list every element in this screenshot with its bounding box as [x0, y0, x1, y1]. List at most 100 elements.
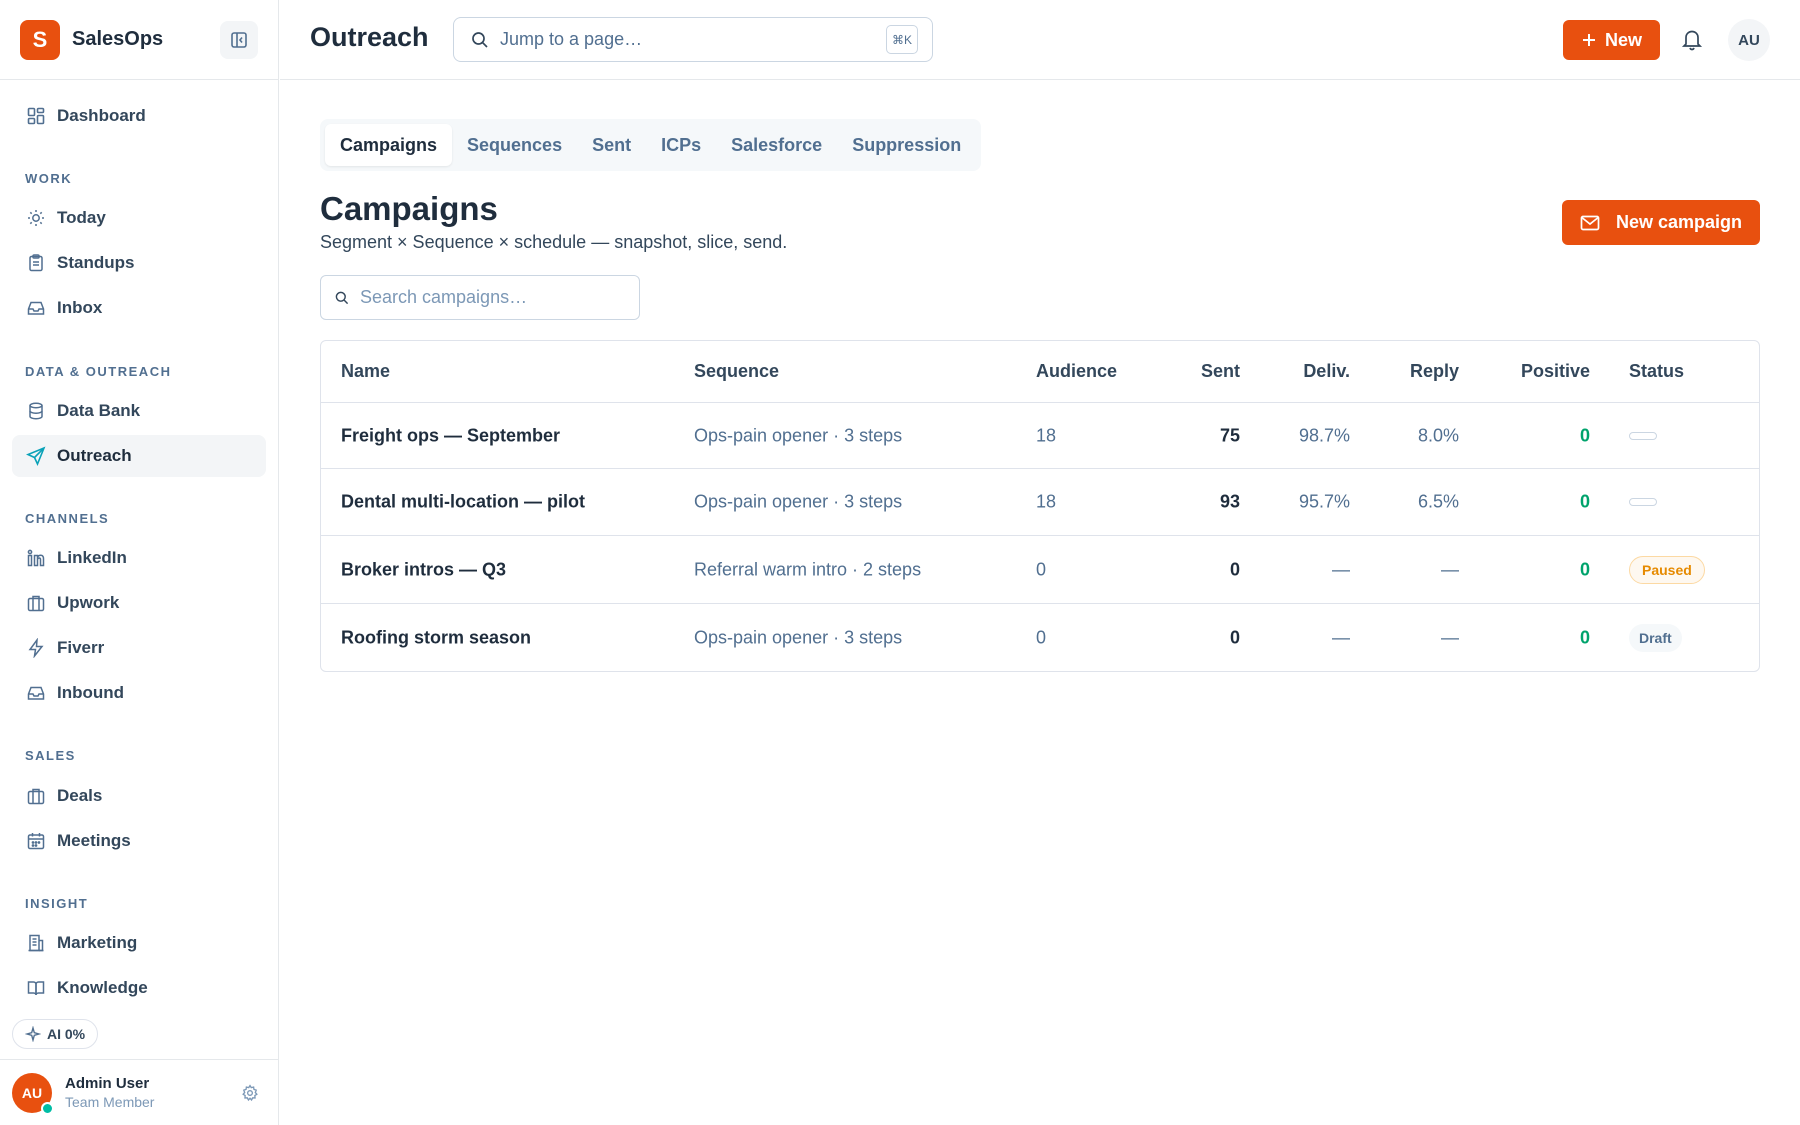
sidebar-item-label: Dashboard: [57, 106, 146, 125]
lightning-icon: [25, 637, 47, 659]
section-label-data-outreach: DATA & OUTREACH: [25, 364, 172, 379]
tab-suppression[interactable]: Suppression: [837, 124, 976, 166]
new-campaign-label: New campaign: [1615, 212, 1743, 232]
table-row[interactable]: Dental multi-location — pilot Ops-pain o…: [321, 469, 1759, 536]
sidebar-item-meetings[interactable]: Meetings: [12, 820, 266, 862]
campaign-deliv: —: [1332, 627, 1350, 648]
mail-icon: [1580, 215, 1600, 231]
sidebar-item-outreach[interactable]: Outreach: [12, 435, 266, 477]
column-header-sequence[interactable]: Sequence: [694, 361, 779, 382]
sidebar-item-standups[interactable]: Standups: [12, 242, 266, 284]
campaign-sequence[interactable]: Ops-pain opener · 3 steps: [694, 425, 902, 446]
campaign-deliv: 95.7%: [1298, 491, 1350, 512]
sidebar-item-fiverr[interactable]: Fiverr: [12, 627, 266, 669]
sidebar-item-label: Inbound: [57, 683, 125, 702]
avatar[interactable]: AU: [1728, 19, 1770, 61]
inbox-icon: [25, 682, 47, 704]
sidebar-item-label: Upwork: [57, 593, 120, 612]
section-label-sales: SALES: [25, 748, 76, 763]
campaign-name[interactable]: Dental multi-location — pilot: [341, 492, 585, 513]
bell-icon[interactable]: [1681, 27, 1703, 51]
table-header: Name Sequence Audience Sent Deliv. Reply…: [321, 341, 1759, 403]
brand-logo[interactable]: S: [20, 19, 60, 60]
column-header-name[interactable]: Name: [341, 361, 390, 382]
table-row[interactable]: Roofing storm season Ops-pain opener · 3…: [321, 604, 1759, 672]
sidebar-item-inbound[interactable]: Inbound: [12, 672, 266, 714]
brand-header: S SalesOps: [0, 0, 278, 80]
campaign-name[interactable]: Freight ops — September: [341, 425, 560, 446]
ai-usage-pill[interactable]: AI 0%: [12, 1019, 99, 1049]
sidebar-item-knowledge[interactable]: Knowledge: [12, 967, 266, 1009]
new-button[interactable]: New: [1563, 20, 1660, 60]
column-header-deliv[interactable]: Deliv.: [1303, 361, 1350, 382]
sidebar-item-label: Meetings: [57, 831, 131, 850]
sidebar-item-label: Data Bank: [57, 401, 141, 420]
sidebar-item-marketing[interactable]: Marketing: [12, 922, 266, 964]
column-header-audience[interactable]: Audience: [1036, 361, 1117, 382]
sidebar-item-label: LinkedIn: [57, 548, 127, 567]
search-icon: [334, 290, 350, 306]
campaign-search-input[interactable]: Search campaigns…: [320, 275, 640, 320]
campaign-positive: 0: [1579, 491, 1590, 512]
sidebar-item-label: Outreach: [57, 446, 132, 465]
brand-name[interactable]: SalesOps: [72, 28, 163, 51]
briefcase-icon: [25, 785, 47, 807]
campaign-deliv: 98.7%: [1298, 425, 1350, 445]
column-header-sent[interactable]: Sent: [1201, 361, 1240, 382]
user-profile[interactable]: AU Admin User Team Member: [0, 1059, 279, 1125]
section-label-work: WORK: [25, 171, 73, 186]
status-badge: [1629, 431, 1657, 440]
campaign-sent: 93: [1219, 491, 1240, 512]
avatar[interactable]: AU: [12, 1072, 54, 1115]
collapse-sidebar-button[interactable]: [220, 21, 258, 59]
sidebar-item-dashboard[interactable]: Dashboard: [12, 95, 266, 137]
campaign-sent: 0: [1229, 627, 1240, 648]
sidebar-item-label: Inbox: [57, 298, 103, 317]
sidebar-item-data-bank[interactable]: Data Bank: [12, 390, 266, 432]
sidebar-item-linkedin[interactable]: LinkedIn: [12, 537, 266, 579]
new-button-label: New: [1604, 29, 1642, 50]
database-icon: [25, 400, 47, 422]
table-row[interactable]: Freight ops — September Ops-pain opener …: [321, 403, 1759, 469]
jump-search-input[interactable]: Jump to a page… ⌘K: [453, 17, 933, 62]
gear-icon[interactable]: [241, 1084, 259, 1102]
tab-sent[interactable]: Sent: [577, 124, 646, 166]
sidebar-item-deals[interactable]: Deals: [12, 775, 266, 817]
sidebar-item-today[interactable]: Today: [12, 197, 266, 239]
avatar-initials: AU: [21, 1084, 43, 1101]
campaign-positive: 0: [1579, 627, 1590, 648]
plus-icon: [1581, 32, 1597, 48]
column-header-status[interactable]: Status: [1629, 361, 1684, 382]
building-icon: [25, 932, 47, 954]
sidebar-item-label: Fiverr: [57, 638, 105, 657]
tab-sequences[interactable]: Sequences: [452, 124, 577, 166]
column-header-positive[interactable]: Positive: [1521, 361, 1590, 382]
inbox-icon: [25, 297, 47, 319]
status-badge: Draft: [1629, 624, 1682, 652]
table-row[interactable]: Broker intros — Q3 Referral warm intro ·…: [321, 536, 1759, 604]
new-campaign-button[interactable]: New campaign: [1562, 200, 1760, 245]
jump-search-placeholder: Jump to a page…: [500, 29, 643, 49]
campaign-deliv: —: [1332, 559, 1350, 579]
topbar: Outreach Jump to a page… ⌘K New AU: [280, 0, 1800, 80]
campaign-sequence[interactable]: Ops-pain opener · 3 steps: [694, 628, 902, 649]
keyboard-shortcut-badge: ⌘K: [886, 25, 918, 54]
tab-icps[interactable]: ICPs: [646, 124, 716, 166]
campaign-name[interactable]: Roofing storm season: [341, 628, 531, 649]
tab-salesforce[interactable]: Salesforce: [716, 124, 837, 166]
tab-campaigns[interactable]: Campaigns: [325, 124, 453, 166]
dashboard-icon: [25, 105, 47, 127]
section-label-channels: CHANNELS: [25, 511, 110, 526]
campaign-sequence[interactable]: Ops-pain opener · 3 steps: [694, 492, 902, 513]
campaign-sequence[interactable]: Referral warm intro · 2 steps: [694, 559, 921, 580]
sidebar-item-inbox[interactable]: Inbox: [12, 287, 266, 329]
sparkle-icon: [25, 1026, 41, 1042]
campaigns-table: Name Sequence Audience Sent Deliv. Reply…: [320, 340, 1760, 672]
sidebar: S SalesOps Dashboard WORK Today Standups…: [0, 0, 279, 1125]
campaign-name[interactable]: Broker intros — Q3: [341, 559, 506, 580]
sidebar-item-upwork[interactable]: Upwork: [12, 582, 266, 624]
status-badge: [1629, 498, 1657, 506]
book-icon: [25, 977, 47, 999]
column-header-reply[interactable]: Reply: [1410, 361, 1459, 382]
sidebar-item-label: Deals: [57, 786, 103, 805]
